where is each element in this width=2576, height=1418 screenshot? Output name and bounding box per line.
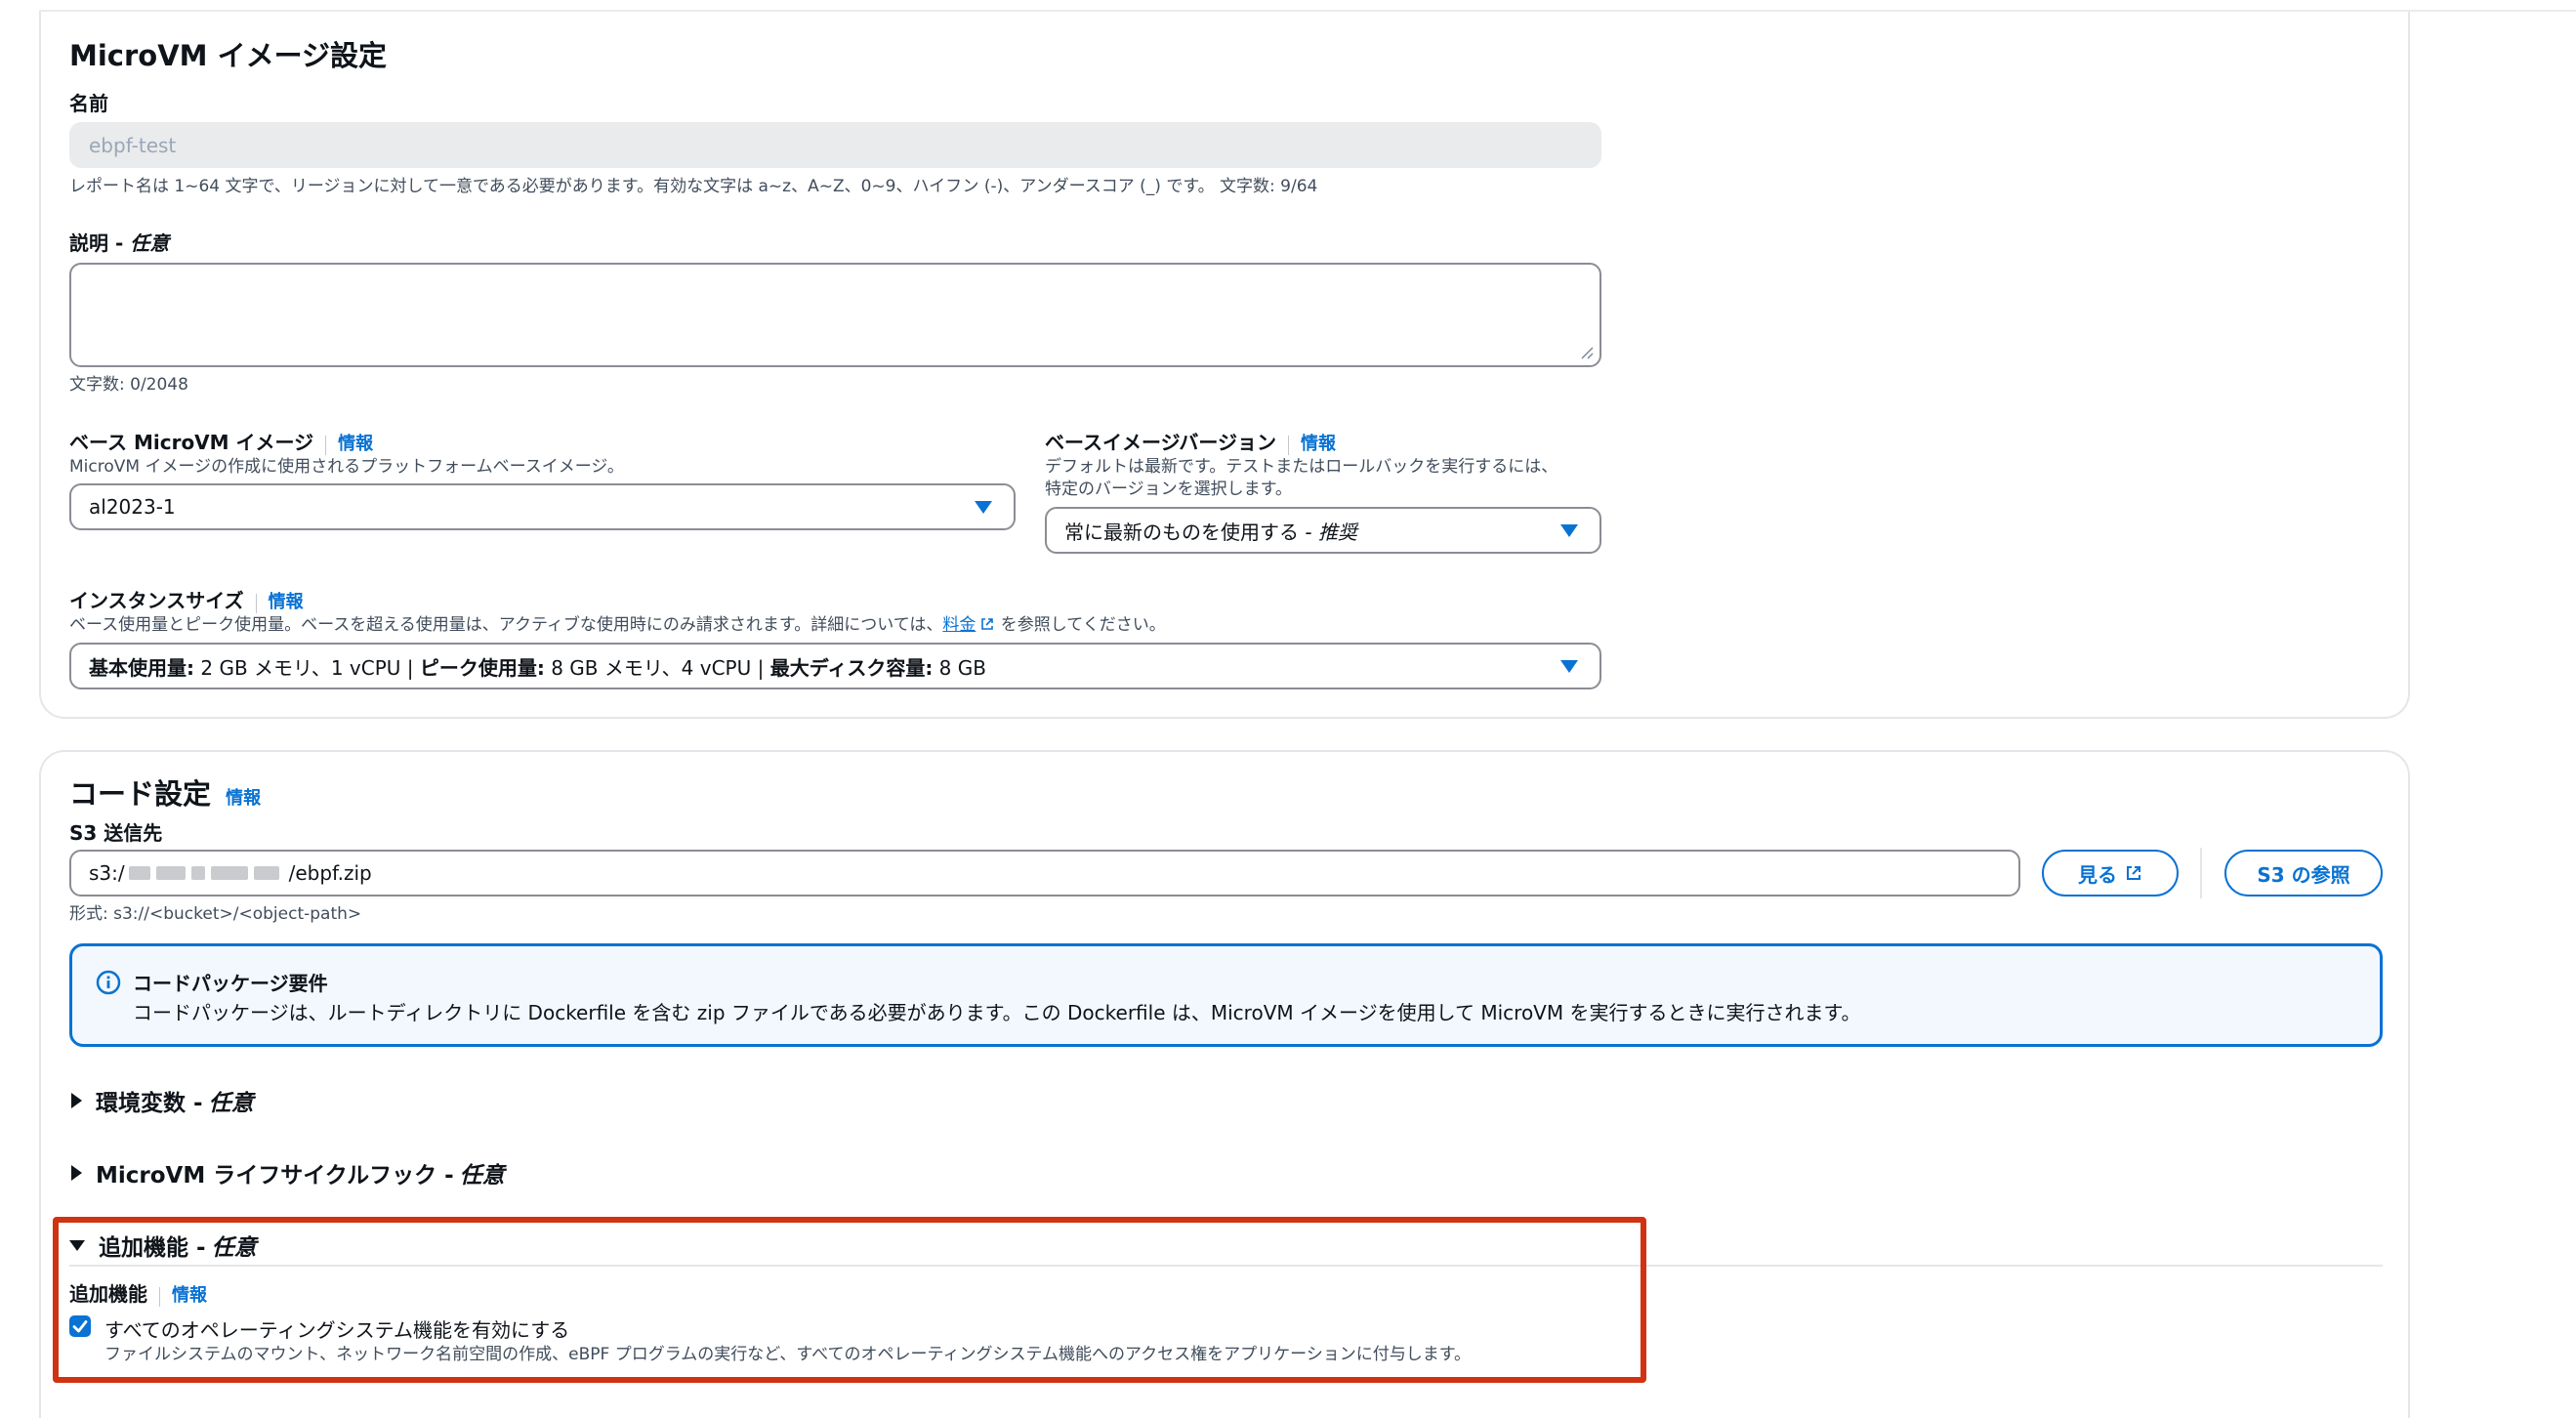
s3-format-hint: 形式: s3://<bucket>/<object-path> [69, 904, 362, 924]
name-hint: レポート名は 1~64 文字で、リージョンに対して一意である必要があります。有効… [69, 177, 1318, 196]
highlight-annotation-box [53, 1217, 1646, 1383]
base-version-value: 常に最新のものを使用する - 推奨 [1064, 520, 1357, 544]
instance-size-desc: ベース使用量とピーク使用量。ベースを超える使用量は、アクティブな使用時にのみ請求… [69, 615, 1166, 635]
description-textarea[interactable] [69, 263, 1601, 367]
external-link-icon [981, 618, 994, 630]
image-settings-title: MicroVM イメージ設定 [69, 39, 388, 72]
instance-size-select[interactable]: 基本使用量: 2 GB メモリ、1 vCPU | ピーク使用量: 8 GB メモ… [69, 643, 1601, 689]
code-package-info-alert: コードパッケージ要件 コードパッケージは、ルートディレクトリに Dockerfi… [69, 943, 2383, 1047]
alert-title: コードパッケージ要件 [133, 972, 328, 995]
code-settings-info-link[interactable]: 情報 [226, 788, 261, 809]
code-settings-title: コード設定 [69, 777, 212, 811]
caret-right-icon [71, 1165, 82, 1181]
s3-destination-label: S3 送信先 [69, 821, 163, 845]
s3-suffix: /ebpf.zip [288, 861, 372, 885]
caret-down-icon [975, 501, 992, 514]
name-value: ebpf-test [89, 133, 177, 157]
instance-size-header: インスタンスサイズ 情報 [69, 585, 304, 613]
base-image-value: al2023-1 [89, 495, 176, 519]
redacted-bucket [128, 866, 279, 880]
base-version-header: ベースイメージバージョン 情報 [1045, 427, 1336, 455]
button-divider [2200, 848, 2202, 898]
base-image-label: ベース MicroVM イメージ [69, 431, 314, 454]
base-image-desc: MicroVM イメージの作成に使用されるプラットフォームベースイメージ。 [69, 457, 624, 477]
base-version-select[interactable]: 常に最新のものを使用する - 推奨 [1045, 507, 1601, 554]
base-image-header: ベース MicroVM イメージ 情報 [69, 427, 373, 455]
info-circle-icon [96, 970, 121, 995]
env-vars-expander[interactable]: 環境変数 - 任意 [71, 1084, 254, 1117]
caret-down-icon [1560, 524, 1578, 537]
external-link-icon [2127, 866, 2140, 880]
instance-size-label: インスタンスサイズ [69, 589, 244, 612]
name-input: ebpf-test [69, 122, 1601, 168]
instance-size-value: 基本使用量: 2 GB メモリ、1 vCPU | ピーク使用量: 8 GB メモ… [89, 655, 986, 680]
base-image-info-link[interactable]: 情報 [338, 434, 373, 454]
base-version-label: ベースイメージバージョン [1045, 431, 1276, 454]
description-label: 説明 - 任意 [69, 231, 170, 255]
instance-size-info-link[interactable]: 情報 [269, 592, 304, 612]
caret-down-icon [1560, 660, 1578, 673]
base-version-desc-2: 特定のバージョンを選択します。 [1045, 480, 1292, 499]
s3-prefix: s3:/ [89, 861, 125, 885]
view-button[interactable]: 見る [2042, 850, 2179, 897]
base-version-info-link[interactable]: 情報 [1301, 434, 1336, 454]
base-image-select[interactable]: al2023-1 [69, 483, 1016, 530]
s3-destination-input[interactable]: s3:/ /ebpf.zip [69, 850, 2020, 897]
resize-handle-icon[interactable] [1578, 344, 1594, 359]
lifecycle-hooks-expander[interactable]: MicroVM ライフサイクルフック - 任意 [71, 1156, 505, 1189]
description-count: 文字数: 0/2048 [69, 375, 188, 395]
alert-body: コードパッケージは、ルートディレクトリに Dockerfile を含む zip … [133, 1001, 1861, 1024]
pricing-link[interactable]: 料金 [942, 615, 976, 635]
name-label: 名前 [69, 92, 108, 115]
caret-right-icon [71, 1093, 82, 1108]
code-settings-header: コード設定 情報 [69, 772, 261, 813]
browse-s3-button[interactable]: S3 の参照 [2224, 850, 2383, 897]
